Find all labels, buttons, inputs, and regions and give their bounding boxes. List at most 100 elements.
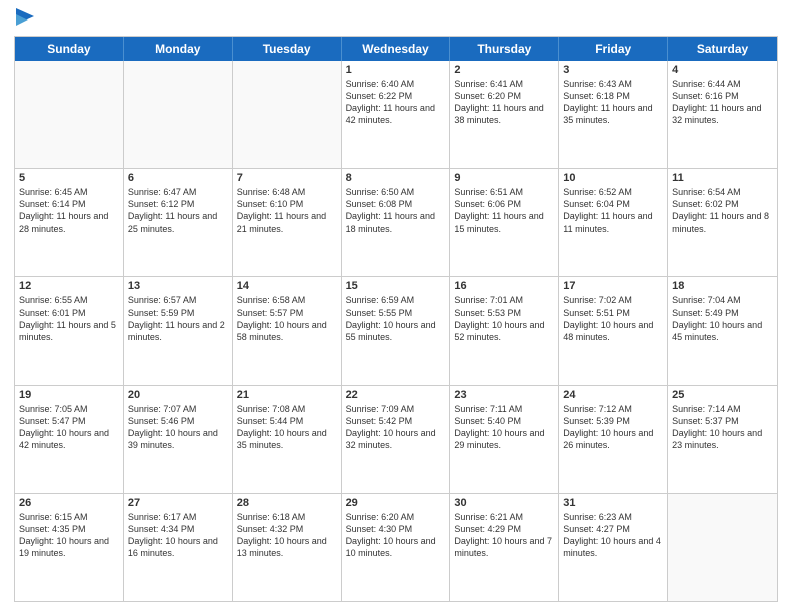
day-header: Wednesday bbox=[342, 37, 451, 61]
cell-day-number: 26 bbox=[19, 497, 119, 509]
calendar-cell: 15Sunrise: 6:59 AMSunset: 5:55 PMDayligh… bbox=[342, 277, 451, 384]
cell-day-number: 30 bbox=[454, 497, 554, 509]
calendar-cell: 12Sunrise: 6:55 AMSunset: 6:01 PMDayligh… bbox=[15, 277, 124, 384]
cell-info: Sunrise: 7:08 AMSunset: 5:44 PMDaylight:… bbox=[237, 403, 337, 452]
calendar-cell: 18 Sunrise: 7:04 AMSunset: 5:49 PMDayligh… bbox=[668, 277, 777, 384]
cell-day-number: 31 bbox=[563, 497, 663, 509]
cell-day-number: 29 bbox=[346, 497, 446, 509]
week-row: 19Sunrise: 7:05 AMSunset: 5:47 PMDayligh… bbox=[15, 386, 777, 494]
cell-day-number: 16 bbox=[454, 280, 554, 292]
calendar-cell: 19Sunrise: 7:05 AMSunset: 5:47 PMDayligh… bbox=[15, 386, 124, 493]
cell-info: Sunrise: 6:41 AMSunset: 6:20 PMDaylight:… bbox=[454, 78, 554, 127]
calendar-cell bbox=[124, 61, 233, 168]
day-header: Monday bbox=[124, 37, 233, 61]
calendar-cell: 8 Sunrise: 6:50 AMSunset: 6:08 PMDaylight… bbox=[342, 169, 451, 276]
cell-day-number: 21 bbox=[237, 389, 337, 401]
cell-info: Sunrise: 7:12 AMSunset: 5:39 PMDaylight:… bbox=[563, 403, 663, 452]
cell-info: Sunrise: 6:15 AMSunset: 4:35 PMDaylight:… bbox=[19, 511, 119, 560]
cell-day-number: 8 bbox=[346, 172, 446, 184]
day-header: Saturday bbox=[668, 37, 777, 61]
cell-info: Sunrise: 6:21 AMSunset: 4:29 PMDaylight:… bbox=[454, 511, 554, 560]
cell-info: Sunrise: 6:58 AMSunset: 5:57 PMDaylight:… bbox=[237, 294, 337, 343]
cell-day-number: 27 bbox=[128, 497, 228, 509]
cell-info: Sunrise: 6:51 AMSunset: 6:06 PMDaylight:… bbox=[454, 186, 554, 235]
calendar-cell: 9 Sunrise: 6:51 AMSunset: 6:06 PMDaylight… bbox=[450, 169, 559, 276]
calendar-cell: 20 Sunrise: 7:07 AMSunset: 5:46 PMDayligh… bbox=[124, 386, 233, 493]
cell-day-number: 18 bbox=[672, 280, 773, 292]
cell-day-number: 24 bbox=[563, 389, 663, 401]
cell-day-number: 9 bbox=[454, 172, 554, 184]
cell-info: Sunrise: 6:52 AMSunset: 6:04 PMDaylight:… bbox=[563, 186, 663, 235]
cell-day-number: 22 bbox=[346, 389, 446, 401]
cell-day-number: 25 bbox=[672, 389, 773, 401]
cell-info: Sunrise: 6:50 AMSunset: 6:08 PMDaylight:… bbox=[346, 186, 446, 235]
cell-day-number: 2 bbox=[454, 64, 554, 76]
calendar-cell: 11 Sunrise: 6:54 AMSunset: 6:02 PMDayligh… bbox=[668, 169, 777, 276]
logo bbox=[14, 10, 34, 30]
cell-info: Sunrise: 6:57 AMSunset: 5:59 PMDaylight:… bbox=[128, 294, 228, 343]
calendar-cell bbox=[15, 61, 124, 168]
calendar-body: 1 Sunrise: 6:40 AMSunset: 6:22 PMDaylight… bbox=[15, 61, 777, 601]
calendar-cell: 30 Sunrise: 6:21 AMSunset: 4:29 PMDayligh… bbox=[450, 494, 559, 601]
cell-day-number: 14 bbox=[237, 280, 337, 292]
cell-day-number: 17 bbox=[563, 280, 663, 292]
cell-info: Sunrise: 6:47 AMSunset: 6:12 PMDaylight:… bbox=[128, 186, 228, 235]
week-row: 26 Sunrise: 6:15 AMSunset: 4:35 PMDayligh… bbox=[15, 494, 777, 601]
cell-info: Sunrise: 6:59 AMSunset: 5:55 PMDaylight:… bbox=[346, 294, 446, 343]
calendar-cell: 1 Sunrise: 6:40 AMSunset: 6:22 PMDaylight… bbox=[342, 61, 451, 168]
cell-day-number: 6 bbox=[128, 172, 228, 184]
page: SundayMondayTuesdayWednesdayThursdayFrid… bbox=[0, 0, 792, 612]
day-header: Friday bbox=[559, 37, 668, 61]
cell-day-number: 4 bbox=[672, 64, 773, 76]
cell-info: Sunrise: 7:07 AMSunset: 5:46 PMDaylight:… bbox=[128, 403, 228, 452]
calendar-cell: 14 Sunrise: 6:58 AMSunset: 5:57 PMDayligh… bbox=[233, 277, 342, 384]
day-headers: SundayMondayTuesdayWednesdayThursdayFrid… bbox=[15, 37, 777, 61]
cell-day-number: 20 bbox=[128, 389, 228, 401]
calendar-cell: 13 Sunrise: 6:57 AMSunset: 5:59 PMDayligh… bbox=[124, 277, 233, 384]
cell-info: Sunrise: 6:17 AMSunset: 4:34 PMDaylight:… bbox=[128, 511, 228, 560]
calendar-cell: 17 Sunrise: 7:02 AMSunset: 5:51 PMDayligh… bbox=[559, 277, 668, 384]
cell-info: Sunrise: 6:45 AMSunset: 6:14 PMDaylight:… bbox=[19, 186, 119, 235]
cell-info: Sunrise: 6:55 AMSunset: 6:01 PMDaylight:… bbox=[19, 294, 119, 343]
cell-info: Sunrise: 7:04 AMSunset: 5:49 PMDaylight:… bbox=[672, 294, 773, 343]
calendar-cell: 26 Sunrise: 6:15 AMSunset: 4:35 PMDayligh… bbox=[15, 494, 124, 601]
cell-day-number: 7 bbox=[237, 172, 337, 184]
header bbox=[14, 10, 778, 30]
calendar-cell: 24 Sunrise: 7:12 AMSunset: 5:39 PMDayligh… bbox=[559, 386, 668, 493]
calendar-cell bbox=[668, 494, 777, 601]
cell-day-number: 1 bbox=[346, 64, 446, 76]
calendar-cell: 2 Sunrise: 6:41 AMSunset: 6:20 PMDaylight… bbox=[450, 61, 559, 168]
cell-info: Sunrise: 7:14 AMSunset: 5:37 PMDaylight:… bbox=[672, 403, 773, 452]
week-row: 5 Sunrise: 6:45 AMSunset: 6:14 PMDaylight… bbox=[15, 169, 777, 277]
cell-info: Sunrise: 6:43 AMSunset: 6:18 PMDaylight:… bbox=[563, 78, 663, 127]
cell-info: Sunrise: 7:02 AMSunset: 5:51 PMDaylight:… bbox=[563, 294, 663, 343]
cell-info: Sunrise: 6:48 AMSunset: 6:10 PMDaylight:… bbox=[237, 186, 337, 235]
day-header: Thursday bbox=[450, 37, 559, 61]
cell-day-number: 11 bbox=[672, 172, 773, 184]
cell-day-number: 28 bbox=[237, 497, 337, 509]
cell-info: Sunrise: 7:11 AMSunset: 5:40 PMDaylight:… bbox=[454, 403, 554, 452]
calendar-cell: 31Sunrise: 6:23 AMSunset: 4:27 PMDayligh… bbox=[559, 494, 668, 601]
logo-icon bbox=[16, 8, 34, 30]
cell-day-number: 23 bbox=[454, 389, 554, 401]
cell-info: Sunrise: 6:54 AMSunset: 6:02 PMDaylight:… bbox=[672, 186, 773, 235]
cell-info: Sunrise: 6:20 AMSunset: 4:30 PMDaylight:… bbox=[346, 511, 446, 560]
cell-info: Sunrise: 7:09 AMSunset: 5:42 PMDaylight:… bbox=[346, 403, 446, 452]
cell-info: Sunrise: 6:44 AMSunset: 6:16 PMDaylight:… bbox=[672, 78, 773, 127]
calendar-cell: 29 Sunrise: 6:20 AMSunset: 4:30 PMDayligh… bbox=[342, 494, 451, 601]
calendar: SundayMondayTuesdayWednesdayThursdayFrid… bbox=[14, 36, 778, 602]
cell-day-number: 3 bbox=[563, 64, 663, 76]
cell-info: Sunrise: 6:40 AMSunset: 6:22 PMDaylight:… bbox=[346, 78, 446, 127]
cell-info: Sunrise: 7:05 AMSunset: 5:47 PMDaylight:… bbox=[19, 403, 119, 452]
calendar-cell: 3 Sunrise: 6:43 AMSunset: 6:18 PMDaylight… bbox=[559, 61, 668, 168]
cell-info: Sunrise: 7:01 AMSunset: 5:53 PMDaylight:… bbox=[454, 294, 554, 343]
calendar-cell: 28Sunrise: 6:18 AMSunset: 4:32 PMDayligh… bbox=[233, 494, 342, 601]
calendar-cell: 16 Sunrise: 7:01 AMSunset: 5:53 PMDayligh… bbox=[450, 277, 559, 384]
calendar-cell: 7 Sunrise: 6:48 AMSunset: 6:10 PMDaylight… bbox=[233, 169, 342, 276]
calendar-cell bbox=[233, 61, 342, 168]
cell-day-number: 5 bbox=[19, 172, 119, 184]
calendar-cell: 25 Sunrise: 7:14 AMSunset: 5:37 PMDayligh… bbox=[668, 386, 777, 493]
calendar-cell: 22 Sunrise: 7:09 AMSunset: 5:42 PMDayligh… bbox=[342, 386, 451, 493]
week-row: 1 Sunrise: 6:40 AMSunset: 6:22 PMDaylight… bbox=[15, 61, 777, 169]
cell-day-number: 13 bbox=[128, 280, 228, 292]
